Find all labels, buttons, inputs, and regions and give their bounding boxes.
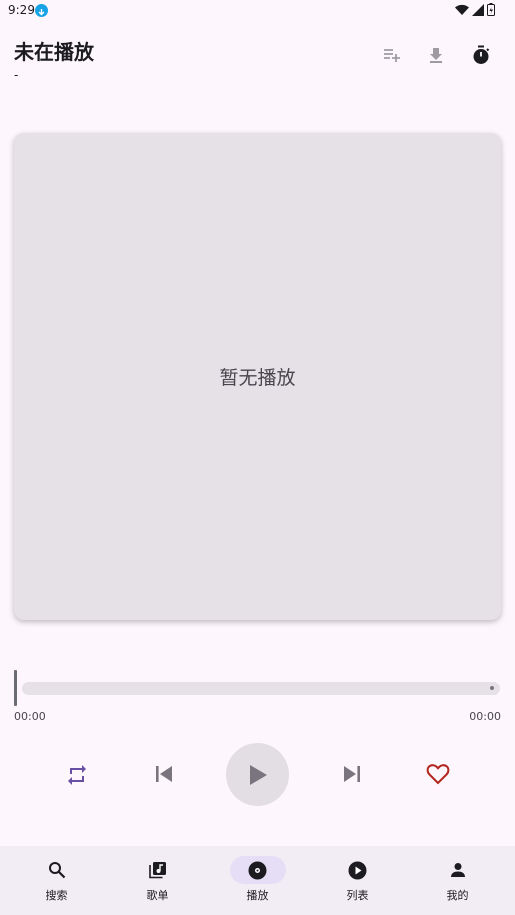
total-duration: 00:00 <box>469 710 501 723</box>
sleep-timer-button[interactable] <box>469 43 493 67</box>
nav-indicator <box>430 856 486 884</box>
status-time: 9:29 <box>8 3 35 17</box>
nav-indicator <box>29 856 85 884</box>
skip-next-icon <box>344 766 360 782</box>
signal-icon <box>472 3 484 16</box>
repeat-button[interactable] <box>62 760 92 790</box>
person-icon <box>450 863 465 877</box>
wifi-icon <box>455 4 469 15</box>
status-icons <box>455 3 495 16</box>
play-icon <box>249 764 267 785</box>
page-title: 未在播放 <box>14 40 94 64</box>
skip-previous-icon <box>156 766 172 782</box>
download-icon <box>430 48 442 63</box>
nav-item-search[interactable]: 搜索 <box>5 846 108 915</box>
nav-indicator <box>130 856 186 884</box>
library-music-icon <box>148 862 166 879</box>
nav-label-search: 搜索 <box>45 889 68 902</box>
repeat-icon <box>68 765 86 785</box>
seek-track-end <box>490 686 494 690</box>
download-notification-icon <box>35 4 48 17</box>
album-art-placeholder: 暂无播放 <box>14 133 501 620</box>
nav-item-queue[interactable]: 列表 <box>306 846 409 915</box>
status-bar: 9:29 <box>0 0 515 22</box>
seek-bar[interactable] <box>22 682 500 695</box>
add-to-playlist-button[interactable] <box>380 43 404 67</box>
favorite-button[interactable] <box>423 759 453 789</box>
search-icon <box>48 862 65 879</box>
heart-outline-icon <box>426 764 450 785</box>
seek-thumb[interactable] <box>14 670 17 706</box>
timer-icon <box>473 45 490 64</box>
nav-label-queue: 列表 <box>346 889 369 902</box>
no-playback-text: 暂无播放 <box>219 367 296 389</box>
nav-item-playlists[interactable]: 歌单 <box>106 846 209 915</box>
playlist-add-icon <box>384 49 400 62</box>
nav-label-profile: 我的 <box>446 889 469 902</box>
nav-indicator <box>330 856 386 884</box>
nav-indicator <box>229 856 286 884</box>
current-time: 00:00 <box>14 710 46 723</box>
next-button[interactable] <box>337 759 367 789</box>
play-button[interactable] <box>226 743 289 806</box>
disc-icon <box>248 861 267 879</box>
nav-item-playing[interactable]: 播放 <box>206 846 309 915</box>
artist-subtitle: - <box>14 68 19 82</box>
battery-icon <box>487 3 495 16</box>
download-button[interactable] <box>424 43 448 67</box>
nav-label-playing: 播放 <box>246 889 269 902</box>
play-circle-icon <box>348 861 367 879</box>
bottom-navigation: 搜索 歌单 播放 列表 我的 <box>0 846 515 915</box>
nav-item-profile[interactable]: 我的 <box>406 846 509 915</box>
previous-button[interactable] <box>149 759 179 789</box>
nav-label-playlists: 歌单 <box>146 889 169 902</box>
